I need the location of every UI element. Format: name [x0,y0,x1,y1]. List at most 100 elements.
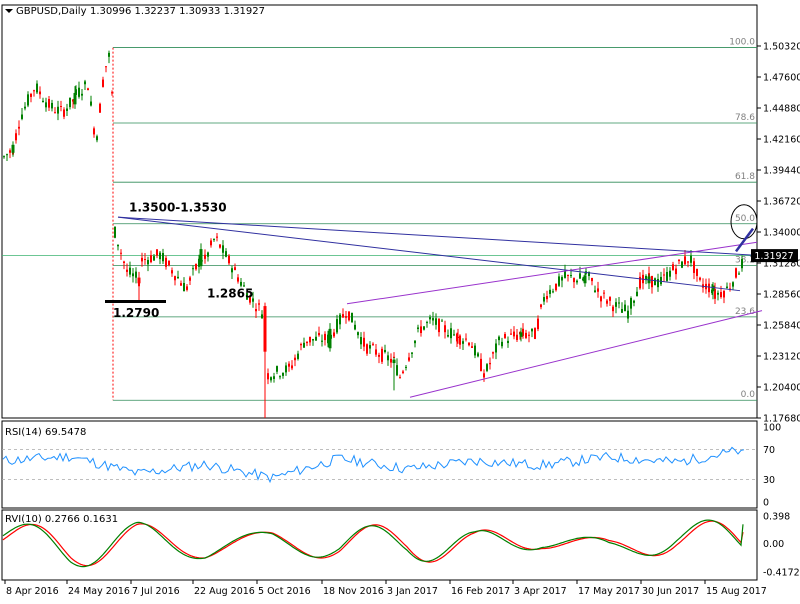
candle-body [510,333,512,335]
candle-body [279,376,281,378]
candle-body [33,90,35,92]
candle-body [384,349,386,353]
candle-body [102,79,104,87]
time-axis-label: 5 Oct 2016 [258,586,311,597]
time-axis-label: 7 Jul 2016 [132,586,180,597]
candle-body [9,150,11,153]
candle-body [354,324,356,330]
candle-body [240,281,242,286]
candle-body [156,249,158,256]
candle-body [234,267,236,270]
candle-body [48,99,50,108]
fibonacci-level-label: 50.0 [735,214,755,224]
rvi-axis-label: -0.4172 [763,568,800,579]
candle-body [438,318,440,333]
rsi-axis-label: 70 [763,445,775,456]
candle-body [204,254,206,259]
candle-body [636,291,638,297]
candle-body [684,256,686,265]
candle-body [357,332,359,336]
candle-body [468,342,470,346]
annotation-support-1-2865: 1.2865 [207,287,253,301]
candle-body [192,268,194,270]
candle-body [336,319,338,333]
candle-body [633,300,635,303]
candle-body [375,349,377,355]
candle-body [93,128,95,135]
candle-body [18,126,20,129]
candle-body [177,276,179,279]
candle-body [618,302,620,304]
candle-body [567,274,569,276]
candle-body [444,325,446,333]
candle-body [213,239,215,241]
candle-body [462,341,464,344]
time-axis-label: 3 Apr 2017 [514,586,567,597]
candle-body [315,336,317,341]
candle-body [39,91,41,95]
candle-body [120,252,122,254]
candle-body [594,290,596,293]
candle-body [273,376,275,379]
candle-body [66,108,68,111]
candle-body [351,312,353,323]
candle-body [699,277,701,280]
candle-body [183,283,185,292]
candle-body [471,346,473,348]
candle-body-key [392,359,396,364]
candle-body-key [519,332,523,337]
candle-body [420,326,422,334]
candle-body [123,261,125,263]
candle-body [129,267,131,275]
candle-body [600,296,602,302]
candle-body [615,302,617,307]
candle-body [672,264,674,271]
candle-body [306,341,308,344]
candle-body [441,320,443,322]
candle-body [675,268,677,275]
candle-body [147,259,149,265]
candle-body [609,297,611,301]
time-axis-label: 15 Aug 2017 [706,586,767,597]
candle-body-key [456,336,460,338]
candle-body [105,66,107,68]
candle-body [624,304,626,312]
annotation-support-1-2790: 1.2790 [113,306,159,320]
candle-body [720,292,722,298]
candle-body [372,343,374,345]
candle-body [228,255,230,264]
candle-body [432,318,434,321]
time-axis-label: 17 May 2017 [578,586,640,597]
candle-body [111,92,113,94]
candle-body [153,256,155,261]
candle-body [405,366,407,368]
candle-body [114,226,116,238]
candle-body [504,333,506,338]
candle-body [15,133,17,141]
rsi-axis-label: 0 [763,498,769,509]
price-axis-label: 1.25840 [763,320,800,331]
candle-body [231,268,233,273]
candle-body [651,276,653,288]
candle-body [180,283,182,286]
candle-body [474,345,476,356]
candle-body [621,309,623,313]
candle-body [666,271,668,281]
candle-body [678,259,680,262]
candle-body [435,318,437,325]
fibonacci-level-label: 61.8 [735,172,755,182]
candle-body [195,263,197,270]
candle-body [294,357,296,361]
candle-body [117,244,119,247]
time-axis-label: 22 Aug 2016 [194,586,255,597]
candle-body [333,332,335,337]
time-axis-label: 8 Apr 2016 [6,586,59,597]
candle-body [408,357,410,361]
candle-body [726,286,728,289]
candle-body [141,257,143,262]
candle-body [30,93,32,97]
candle-body [552,291,554,293]
rsi-axis-label: 30 [763,475,775,486]
candle-body [27,94,29,106]
candle-body [591,277,593,282]
